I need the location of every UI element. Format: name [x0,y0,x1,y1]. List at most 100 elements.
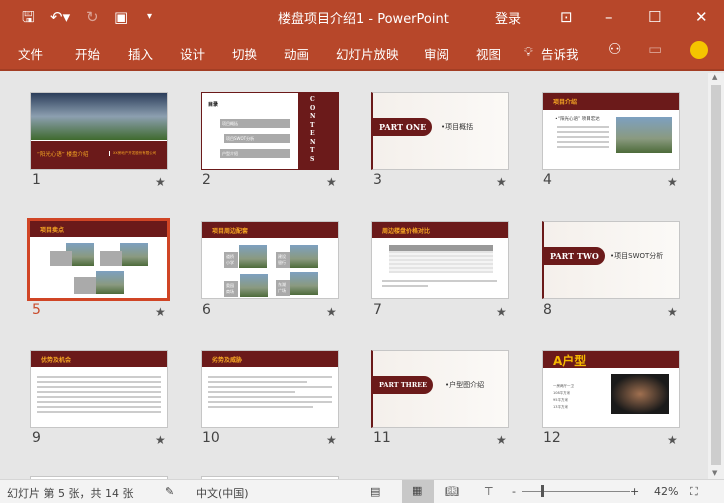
animation-star-icon: ★ [326,305,337,319]
slide-thumbnail-4[interactable]: 项目介绍 •“阳光心语” 项目宏达 [542,92,680,170]
tab-animations[interactable]: 动画 [284,44,309,63]
slide-thumbnail-7[interactable]: 周边楼盘价格对比 [371,221,509,299]
contents-label: CONTENTS [310,96,316,163]
zoom-level[interactable]: 42% [654,485,678,498]
slide-header: 周边楼盘价格对比 [372,222,508,238]
slide-thumbnail-11[interactable]: PART THREE •户型图介绍 [371,350,509,428]
slide-thumbnail-2[interactable]: 目录 CONTENTS 项目概括 项目SWOT分析 户型介绍 [201,92,339,170]
animation-star-icon: ★ [155,175,166,189]
slide-thumbnail-9[interactable]: 优势及机会 [30,350,168,428]
slide-number: 8 [543,302,552,318]
floorplan-image [611,374,669,414]
zoom-in-button[interactable]: + [630,485,639,498]
slideshow-icon[interactable]: ⊤ [484,485,494,498]
window-title: 楼盘项目介绍1 - PowerPoint [278,12,449,27]
share-user-icon[interactable]: ⚇ [608,40,621,58]
slide-header: 项目介绍 [543,93,679,110]
slide-number: 12 [543,430,561,446]
normal-view-icon[interactable]: ▤ [370,485,380,498]
slide-count: 幻灯片 第 5 张，共 14 张 [7,487,134,500]
animation-star-icon: ★ [667,175,678,189]
slide-sorter-view-button[interactable]: ▦ [402,480,434,503]
tag-box: 建设银行 [276,252,290,268]
toc-item: 项目SWOT分析 [224,134,290,143]
lightbulb-icon: 💡︎ [524,44,533,59]
slide-number: 7 [373,302,382,318]
slide-thumbnail-1[interactable]: “阳光心语” 楼盘介绍 XX房地产开发股份有限公司 [30,92,168,170]
ribbon-tabs: 文件 开始 插入 设计 切换 动画 幻灯片放映 审阅 视图 💡︎ 告诉我 ⚇ ▭ [0,35,724,71]
part-label: PART ONE [373,118,433,136]
tag-box: 奥园商场 [224,281,238,297]
maximize-icon[interactable]: ☐ [648,8,661,26]
tell-me-input[interactable]: 告诉我 [541,44,579,63]
redo-icon[interactable]: ↻ [86,8,99,26]
toc-item: 户型介绍 [220,149,290,158]
tab-file[interactable]: 文件 [18,44,43,63]
animation-star-icon: ★ [667,305,678,319]
zoom-slider[interactable] [522,491,630,492]
tab-view[interactable]: 视图 [476,44,501,63]
customize-qat-icon[interactable]: ▾ [147,8,152,26]
slide-number: 2 [202,172,211,188]
slide-header: 项目周边配套 [202,222,338,238]
bullet: 108平方米 [553,391,571,395]
ribbon-display-icon[interactable]: ⊡ [560,8,573,26]
login-link[interactable]: 登录 [495,8,521,27]
fit-to-window-icon[interactable]: ⛶ [690,485,698,499]
bullet: 95平方米 [553,398,568,402]
tab-insert[interactable]: 插入 [128,44,153,63]
language[interactable]: 中文(中国) [196,485,249,501]
zoom-out-button[interactable]: - [512,485,516,498]
slide-number: 1 [32,172,41,188]
vertical-scrollbar[interactable]: ▲ ▼ [708,73,724,479]
close-icon[interactable]: ✕ [695,8,708,26]
slide-number: 3 [373,172,382,188]
part-subtitle: •项目概括 [441,123,474,131]
scroll-down-icon[interactable]: ▼ [712,469,717,477]
slide-thumbnail-3[interactable]: PART ONE •项目概括 [371,92,509,170]
slide-number: 4 [543,172,552,188]
slide-number: 5 [32,302,41,318]
title-bar: 🖫 ↶▾ ↻ ▣ ▾ 楼盘项目介绍1 - PowerPoint 登录 ⊡ – ☐… [0,0,724,35]
slide-text: •“阳光心语” 项目宏达 [555,117,600,122]
scrollbar-thumb[interactable] [711,85,721,465]
minimize-icon[interactable]: – [605,8,613,26]
slide-number: 6 [202,302,211,318]
slide-thumbnail-8[interactable]: PART TWO •项目SWOT分析 [542,221,680,299]
scroll-up-icon[interactable]: ▲ [712,73,717,81]
slide-thumbnail-6[interactable]: 项目周边配套 道桥小学 建设银行 奥园商场 东湖广场 [201,221,339,299]
animation-star-icon: ★ [496,305,507,319]
animation-star-icon: ★ [667,433,678,447]
feedback-smiley-icon[interactable] [690,41,708,59]
tab-design[interactable]: 设计 [180,44,205,63]
animation-star-icon: ★ [155,305,166,319]
tab-transitions[interactable]: 切换 [232,44,257,63]
part-label: PART THREE [373,376,434,394]
animation-star-icon: ★ [496,433,507,447]
slide-number: 10 [202,430,220,446]
tab-slideshow[interactable]: 幻灯片放映 [336,44,399,63]
toc-item: 项目概括 [220,119,290,128]
part-subtitle: •项目SWOT分析 [610,252,664,260]
tab-home[interactable]: 开始 [75,44,100,63]
slide-thumbnail-12[interactable]: A户型 一房两厅一卫 108平方米 95平方米 13平方米 [542,350,680,428]
part-label: PART TWO [544,247,605,265]
slide-subtitle: XX房地产开发股份有限公司 [109,151,156,156]
zoom-slider-handle[interactable] [541,485,544,497]
present-from-start-icon[interactable]: ▣ [114,8,128,26]
animation-star-icon: ★ [155,433,166,447]
slide-header: 项目卖点 [30,221,167,237]
save-icon[interactable]: 🖫 [22,8,35,26]
slide-title: “阳光心语” 楼盘介绍 [37,152,89,158]
undo-icon[interactable]: ↶▾ [50,8,70,26]
tag-box: 东湖广场 [276,280,290,296]
tab-review[interactable]: 审阅 [424,44,449,63]
spellcheck-icon[interactable]: ✎ [165,485,174,498]
reading-view-icon[interactable]: 📖︎ [445,485,459,498]
animation-star-icon: ★ [326,433,337,447]
slide-thumbnail-10[interactable]: 劣势及威胁 [201,350,339,428]
comment-icon[interactable]: ▭ [648,40,662,58]
slide-header: A户型 [543,351,679,368]
slide-thumbnail-5[interactable]: 项目卖点 [27,218,170,301]
slide-header: 优势及机会 [31,351,167,367]
